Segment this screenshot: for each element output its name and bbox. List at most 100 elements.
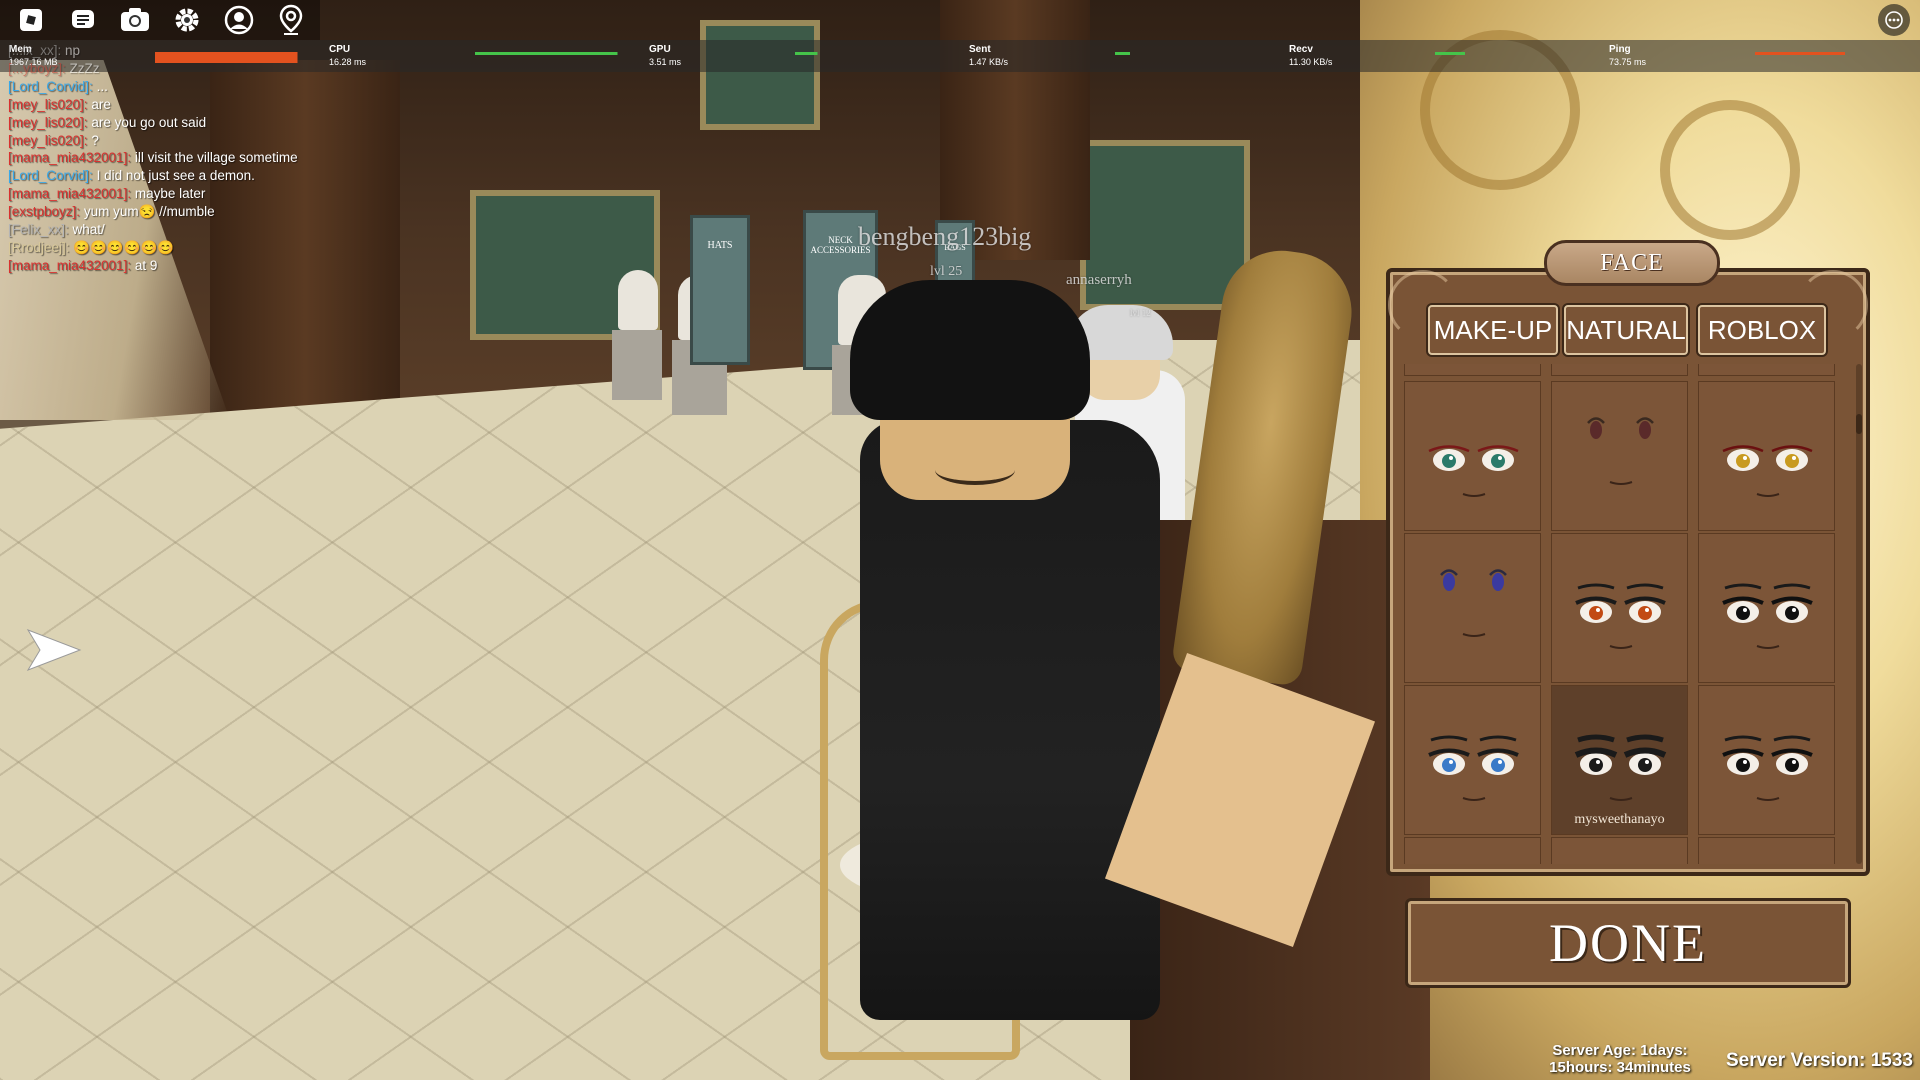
chat-text: maybe later [134,186,206,202]
chat-text: at 9 [134,257,158,273]
wall-panel [700,20,820,130]
face-grid-scroll-thumb[interactable] [1856,414,1862,434]
chat-username[interactable]: [mey_lis020]: [8,115,88,130]
camera-icon[interactable] [118,3,152,37]
stat-value: 1.47 KB/s [969,57,1009,67]
shop-sign: HATS [690,215,750,365]
chat-text: what/ [72,222,105,238]
chat-username[interactable]: [...ix_xx]: [8,43,61,58]
stat-graph [1115,52,1130,55]
face-preview-icon [1575,583,1666,649]
stat-level-bar [1435,52,1465,55]
chat-username[interactable]: [exstpboyz]: [8,204,80,219]
player-character[interactable] [860,420,1160,1020]
face-option[interactable]: mysweethanayo [1551,685,1688,835]
stat-level-bar [1755,52,1845,55]
chat-message: [mama_mia432001]: ill visit the village … [8,149,428,167]
stat-graph [1435,52,1465,55]
chat-username[interactable]: [Rrodjeej]: [8,240,70,255]
face-option[interactable] [1551,381,1688,531]
face-preview-icon [1428,445,1519,497]
stat-graph [475,52,618,55]
face-grid-scrollbar[interactable] [1856,364,1862,864]
stat-value: 11.30 KB/s [1289,57,1333,67]
stat-value: 73.75 ms [1609,57,1647,67]
server-version: Server Version: 1533 [1726,1050,1913,1071]
chat-text: 😊😊😊😊😊😊 [73,239,175,255]
chat-text: np [65,43,81,58]
player-hair [850,280,1090,420]
roblox-logo-icon[interactable] [14,3,48,37]
chat-username[interactable]: [mey_lis020]: [8,133,88,148]
face-panel-title: FACE [1544,240,1720,286]
chat-message: [Rrodjeej]: 😊😊😊😊😊😊 [8,239,428,257]
face-preview-icon [1428,735,1519,801]
chat-username[interactable]: [Lord_Corvid]: [8,168,93,183]
chat-text: ZzZz [69,60,100,76]
chat-message: [Felix_xx]: what/ [8,221,428,239]
chat-text: ill visit the village sometime [134,150,298,166]
face-option-partial[interactable] [1551,364,1688,376]
face-option-partial[interactable] [1404,364,1541,376]
location-icon[interactable] [274,3,308,37]
stat-label: Recv [1289,44,1313,55]
more-options-icon[interactable] [1878,4,1910,36]
npc-level-tag: lvl 12 [1130,308,1151,318]
face-option[interactable] [1698,381,1835,531]
stat-graph [795,52,818,55]
face-option-caption: mysweethanayo [1574,812,1665,827]
chat-username[interactable]: [...yboyz]: [8,61,66,76]
face-option-partial[interactable] [1698,837,1835,864]
chat-message: [mey_lis020]: are you go out said [8,114,428,132]
face-preview-icon [1440,569,1507,637]
chat-username[interactable]: [mey_lis020]: [8,97,88,112]
face-option-partial[interactable] [1551,837,1688,864]
chat-text: ... [96,78,108,94]
server-age-line: 15hours: 34minutes [1549,1059,1691,1076]
server-age: Server Age: 1days: 15hours: 34minutes [1540,1042,1700,1076]
face-option[interactable] [1404,381,1541,531]
chat-username[interactable]: [mama_mia432001]: [8,258,131,273]
done-button[interactable]: DONE [1405,898,1851,988]
face-preview-icon [1587,417,1654,485]
stat-value: 3.51 ms [649,57,682,67]
stat-level-bar [1115,52,1130,55]
avatar-icon[interactable] [222,3,256,37]
face-preview-icon [1722,583,1813,649]
chat-username[interactable]: [Felix_xx]: [8,222,69,237]
chat-message: [...yboyz]: ZzZz [8,60,428,78]
face-option[interactable] [1698,685,1835,835]
chat-text: are [91,96,111,112]
chat-log: [...ix_xx]: np [...yboyz]: ZzZz [Lord_Corv… [8,42,428,275]
chat-message: [mey_lis020]: ? [8,132,428,150]
mannequin-bust [618,270,658,330]
chat-message: [mama_mia432001]: at 9 [8,257,428,275]
chat-message: [...ix_xx]: np [8,42,428,60]
stat-level-bar [475,52,618,55]
stat-level-bar [795,52,818,55]
face-option-partial[interactable] [1698,364,1835,376]
chat-message: [Lord_Corvid]: I did not just see a demo… [8,167,428,185]
face-option-partial[interactable] [1404,837,1541,864]
chat-message: [mama_mia432001]: maybe later [8,185,428,203]
chat-icon[interactable] [66,3,100,37]
tab-roblox[interactable]: ROBLOX [1698,305,1826,355]
stat-label: Sent [969,44,991,55]
server-age-line: Server Age: 1days: [1552,1042,1688,1059]
face-option[interactable] [1698,533,1835,683]
face-option[interactable] [1551,533,1688,683]
chat-text: I did not just see a demon. [96,168,255,184]
face-option[interactable] [1404,533,1541,683]
chat-username[interactable]: [mama_mia432001]: [8,186,131,201]
pedestal [612,330,662,400]
stat-label: GPU [649,44,671,55]
stat-sent: Sent 1.47 KB/s [960,42,1280,70]
face-option[interactable] [1404,685,1541,835]
tab-natural[interactable]: NATURAL [1564,305,1688,355]
settings-icon[interactable] [170,3,204,37]
player-level-tag: lvl 25 [930,264,963,279]
chat-username[interactable]: [Lord_Corvid]: [8,79,93,94]
tab-make-up[interactable]: MAKE-UP [1428,305,1558,355]
play-arrow-icon[interactable] [26,628,82,677]
chat-username[interactable]: [mama_mia432001]: [8,150,131,165]
